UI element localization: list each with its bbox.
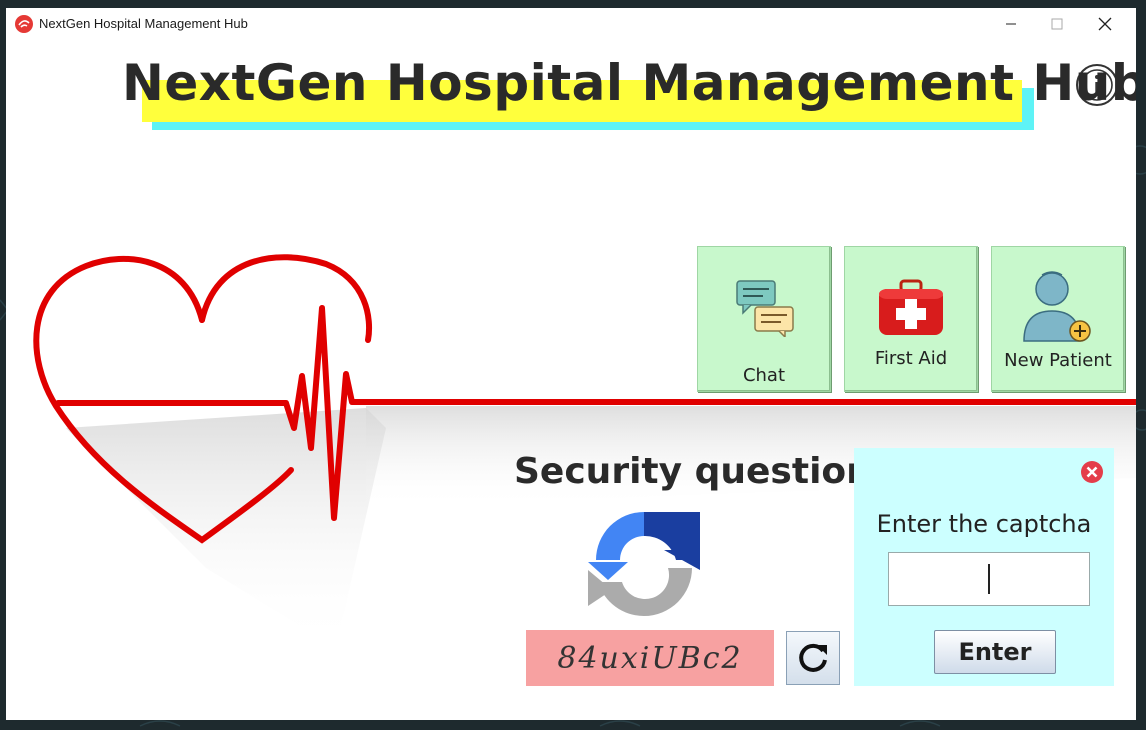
page-title: NextGen Hospital Management Hub [122, 54, 1136, 112]
refresh-captcha-button[interactable] [786, 631, 840, 685]
close-icon [1098, 17, 1112, 31]
minimize-icon [1006, 23, 1016, 25]
close-button[interactable] [1082, 8, 1128, 40]
recaptcha-icon [588, 512, 700, 617]
app-logo-icon [15, 15, 33, 33]
minimize-button[interactable] [988, 8, 1034, 40]
app-window: NextGen Hospital Management Hub NextGen … [6, 8, 1136, 720]
close-circle-icon[interactable] [1080, 460, 1104, 484]
new-patient-label: New Patient [1004, 350, 1112, 371]
chat-icon [736, 280, 794, 337]
text-caret [988, 564, 990, 594]
first-aid-button[interactable]: First Aid [844, 246, 978, 392]
title-bar: NextGen Hospital Management Hub [6, 8, 1136, 40]
first-aid-label: First Aid [874, 348, 948, 369]
captcha-entry-panel: Enter the captcha Enter [854, 448, 1114, 686]
enter-button[interactable]: Enter [934, 630, 1056, 674]
refresh-icon [799, 643, 827, 672]
captcha-code-display: 84uxiUBc2 [526, 630, 774, 686]
new-patient-icon [1023, 271, 1091, 342]
new-patient-button[interactable]: New Patient [991, 246, 1125, 392]
chat-button[interactable]: Chat [697, 246, 831, 392]
window-title: NextGen Hospital Management Hub [39, 16, 248, 31]
first-aid-kit-icon [879, 279, 943, 335]
chat-label: Chat [742, 365, 786, 386]
security-question-heading: Security question [514, 451, 872, 492]
captcha-prompt-label: Enter the captcha [876, 510, 1092, 538]
maximize-button[interactable] [1034, 8, 1080, 40]
maximize-icon [1051, 18, 1063, 30]
captcha-code: 84uxiUBc2 [557, 640, 743, 676]
